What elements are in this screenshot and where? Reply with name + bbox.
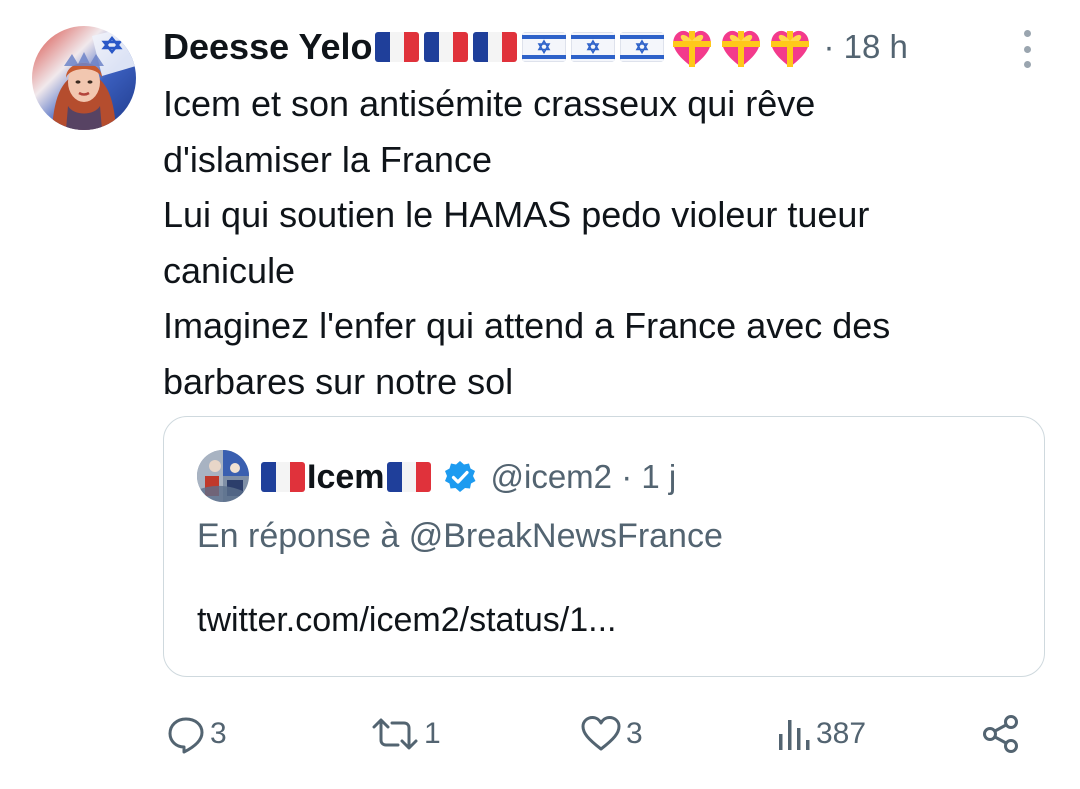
quoted-reply-context: En réponse à @BreakNewsFrance — [197, 517, 723, 555]
flag-france-icon — [374, 32, 419, 62]
tweet-action-bar: 3 1 3 387 — [0, 706, 1080, 762]
tweet[interactable]: Deesse Yelo · 18 h Icem et son antisémit… — [0, 0, 1080, 789]
quoted-tweet-card[interactable]: Icem @icem2 · 1 j En réponse à @BreakNew… — [163, 416, 1045, 677]
heart-with-ribbon-icon — [767, 25, 813, 69]
share-icon — [980, 713, 1022, 755]
repost-count: 1 — [424, 717, 441, 750]
quoted-tweet-link[interactable]: twitter.com/icem2/status/1... — [197, 601, 616, 640]
quoted-author-avatar[interactable] — [197, 450, 249, 502]
repost-icon — [370, 714, 420, 754]
repost-button[interactable]: 1 — [370, 706, 441, 762]
view-count: 387 — [816, 717, 867, 750]
heart-with-ribbon-icon — [669, 25, 715, 69]
author-avatar[interactable] — [32, 26, 136, 130]
tweet-header: Deesse Yelo · 18 h — [163, 24, 908, 70]
heart-icon — [580, 714, 622, 754]
flag-israel-icon — [619, 32, 664, 62]
heart-with-ribbon-icon — [718, 25, 764, 69]
quoted-author-handle[interactable]: @icem2 · 1 j — [491, 458, 677, 496]
tweet-text-line: Icem et son antisémite crasseux qui rêve — [163, 83, 816, 124]
share-button[interactable] — [980, 706, 1022, 762]
flag-france-icon — [423, 32, 468, 62]
author-display-name[interactable]: Deesse Yelo — [163, 26, 373, 68]
tweet-text-line: Imaginez l'enfer qui attend a France ave… — [163, 305, 891, 346]
quoted-author-display-name[interactable]: Icem — [307, 458, 385, 497]
tweet-text: Icem et son antisémite crasseux qui rêve… — [163, 76, 1043, 409]
reply-button[interactable]: 3 — [166, 706, 227, 762]
flag-france-icon — [386, 462, 431, 492]
flag-france-icon — [261, 462, 305, 492]
tweet-text-line: Lui qui soutien le HAMAS pedo violeur tu… — [163, 194, 870, 235]
like-count: 3 — [626, 717, 643, 750]
verified-badge-icon — [443, 460, 477, 494]
like-button[interactable]: 3 — [580, 706, 643, 762]
tweet-text-line: canicule — [163, 249, 296, 291]
tweet-text-line: barbares sur notre sol — [163, 360, 514, 402]
views-button[interactable]: 387 — [776, 706, 866, 762]
flag-israel-icon — [521, 32, 566, 62]
name-emoji-decor — [374, 25, 816, 69]
tweet-timestamp[interactable]: · 18 h — [824, 28, 908, 66]
analytics-bars-icon — [776, 714, 812, 754]
reply-count: 3 — [210, 717, 227, 750]
more-options-icon[interactable] — [1010, 30, 1044, 68]
flag-france-icon — [472, 32, 517, 62]
flag-israel-icon — [570, 32, 615, 62]
quoted-tweet-header: Icem @icem2 · 1 j — [261, 453, 676, 501]
tweet-text-line: d'islamiser la France — [163, 138, 492, 180]
reply-icon — [166, 714, 206, 754]
